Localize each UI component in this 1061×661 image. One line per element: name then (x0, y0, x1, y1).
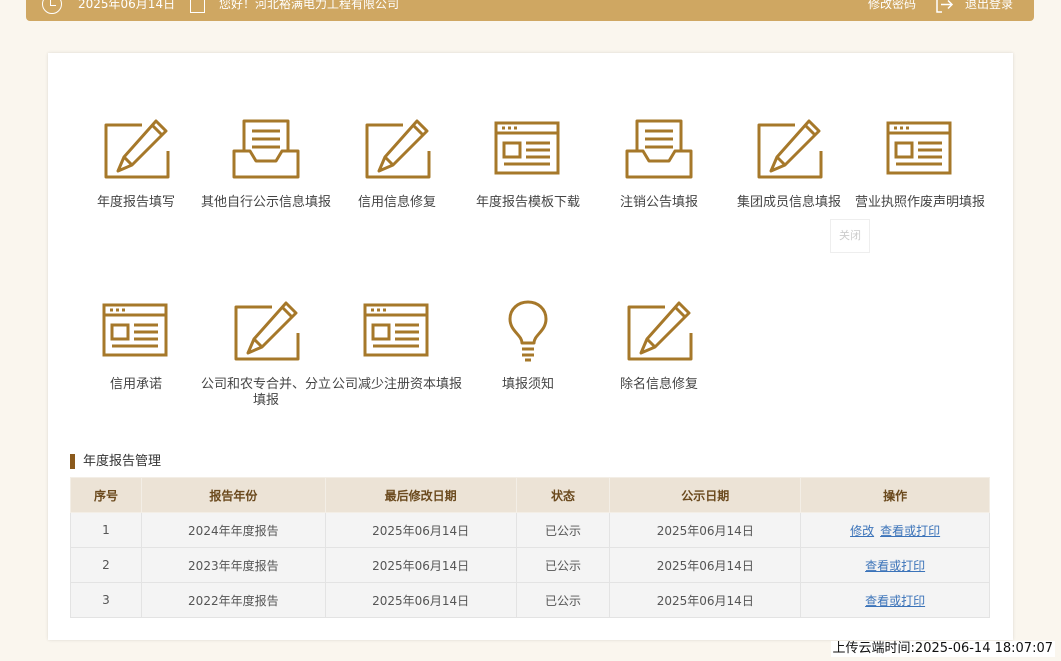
tile-group-member[interactable]: 集团成员信息填报 (724, 117, 854, 211)
tile-credit-repair[interactable]: 信用信息修复 (332, 117, 462, 211)
main-panel: 年度报告填写 其他自行公示信息填报 信用信息修复 年度报告模板下载 注销公告填报… (48, 53, 1013, 640)
edit-icon (627, 301, 693, 361)
change-password-link[interactable]: 修改密码 (868, 0, 916, 11)
table-row: 2 2023年年度报告 2025年06月14日 已公示 2025年06月14日 … (70, 547, 990, 583)
edit-icon (365, 119, 431, 179)
tile-label: 年度报告填写 (96, 195, 175, 210)
column-header: 序号 (70, 477, 142, 513)
tile-capital-reduction[interactable]: 公司减少注册资本填报 (332, 299, 462, 393)
tile-other-disclosure[interactable]: 其他自行公示信息填报 (201, 117, 331, 211)
cell-modified: 2025年06月14日 (324, 512, 517, 548)
view-print-link[interactable]: 查看或打印 (865, 594, 925, 608)
column-header: 状态 (515, 477, 611, 513)
tile-label: 营业执照作废声明填报 (854, 195, 985, 210)
tile-merger-split[interactable]: 公司和农专合并、分立填报 (201, 299, 331, 409)
cell-modified: 2025年06月14日 (324, 582, 517, 618)
tile-template-download[interactable]: 年度报告模板下载 (463, 117, 593, 211)
logout-link[interactable]: 退出登录 (965, 0, 1013, 11)
table-header-row: 序号 报告年份 最后修改日期 状态 公示日期 操作 (70, 477, 990, 513)
cell-actions: 查看或打印 (800, 547, 990, 583)
greeting-text: 您好！河北裕满电力工程有限公司 (219, 0, 400, 11)
tile-label: 填报须知 (501, 377, 554, 392)
tile-label: 信用信息修复 (357, 195, 436, 210)
tile-label: 除名信息修复 (619, 377, 698, 392)
cell-published: 2025年06月14日 (609, 512, 802, 548)
document-window-icon (494, 121, 560, 175)
cell-status: 已公示 (515, 512, 611, 548)
cell-no: 1 (70, 512, 142, 548)
column-header: 报告年份 (140, 477, 326, 513)
tile-removal-repair[interactable]: 除名信息修复 (594, 299, 724, 393)
tile-annual-report-fill[interactable]: 年度报告填写 (71, 117, 201, 211)
edit-icon (757, 119, 823, 179)
column-header: 最后修改日期 (324, 477, 517, 513)
logout-icon[interactable] (936, 0, 954, 13)
tile-deregistration-notice[interactable]: 注销公告填报 (594, 117, 724, 211)
user-icon (190, 0, 205, 13)
upload-timestamp: 上传云端时间:2025-06-14 18:07:07 (830, 641, 1055, 657)
cell-published: 2025年06月14日 (609, 547, 802, 583)
tile-filing-notes[interactable]: 填报须知 (463, 299, 593, 393)
table-row: 1 2024年年度报告 2025年06月14日 已公示 2025年06月14日 … (70, 512, 990, 548)
edit-link[interactable]: 修改 (850, 524, 874, 538)
clock-icon (42, 0, 62, 14)
cell-actions: 查看或打印 (800, 582, 990, 618)
document-window-icon (102, 303, 168, 357)
top-bar: 2025年06月14日 您好！河北裕满电力工程有限公司 修改密码 退出登录 (26, 0, 1034, 21)
cell-year: 2023年年度报告 (140, 547, 326, 583)
table-row: 3 2022年年度报告 2025年06月14日 已公示 2025年06月14日 … (70, 582, 990, 618)
tile-label: 公司减少注册资本填报 (332, 377, 463, 392)
view-print-link[interactable]: 查看或打印 (865, 559, 925, 573)
tile-label: 年度报告模板下载 (475, 195, 580, 210)
inbox-icon (625, 119, 693, 179)
cell-no: 2 (70, 547, 142, 583)
cell-published: 2025年06月14日 (609, 582, 802, 618)
lightbulb-icon (508, 300, 548, 362)
tile-label: 集团成员信息填报 (736, 195, 841, 210)
tile-label: 其他自行公示信息填报 (201, 195, 332, 210)
section-title: 年度报告管理 (70, 454, 161, 469)
tile-label: 公司和农专合并、分立填报 (201, 377, 332, 408)
document-window-icon (363, 303, 429, 357)
view-print-link[interactable]: 查看或打印 (880, 524, 940, 538)
cell-year: 2022年年度报告 (140, 582, 326, 618)
cell-status: 已公示 (515, 582, 611, 618)
tile-label: 注销公告填报 (619, 195, 698, 210)
edit-icon (104, 119, 170, 179)
column-header: 操作 (800, 477, 990, 513)
document-window-icon (886, 121, 952, 175)
cell-modified: 2025年06月14日 (324, 547, 517, 583)
inbox-icon (232, 119, 300, 179)
cell-no: 3 (70, 582, 142, 618)
tile-license-void[interactable]: 营业执照作废声明填报 (845, 117, 995, 211)
tile-label: 信用承诺 (109, 377, 162, 392)
close-tooltip[interactable]: 关闭 (830, 219, 870, 253)
cell-status: 已公示 (515, 547, 611, 583)
cell-year: 2024年年度报告 (140, 512, 326, 548)
cell-actions: 修改 查看或打印 (800, 512, 990, 548)
annual-report-table: 序号 报告年份 最后修改日期 状态 公示日期 操作 1 2024年年度报告 20… (70, 477, 990, 618)
tile-credit-commitment[interactable]: 信用承诺 (71, 299, 201, 393)
column-header: 公示日期 (609, 477, 802, 513)
current-date: 2025年06月14日 (78, 0, 176, 11)
edit-icon (234, 301, 300, 361)
